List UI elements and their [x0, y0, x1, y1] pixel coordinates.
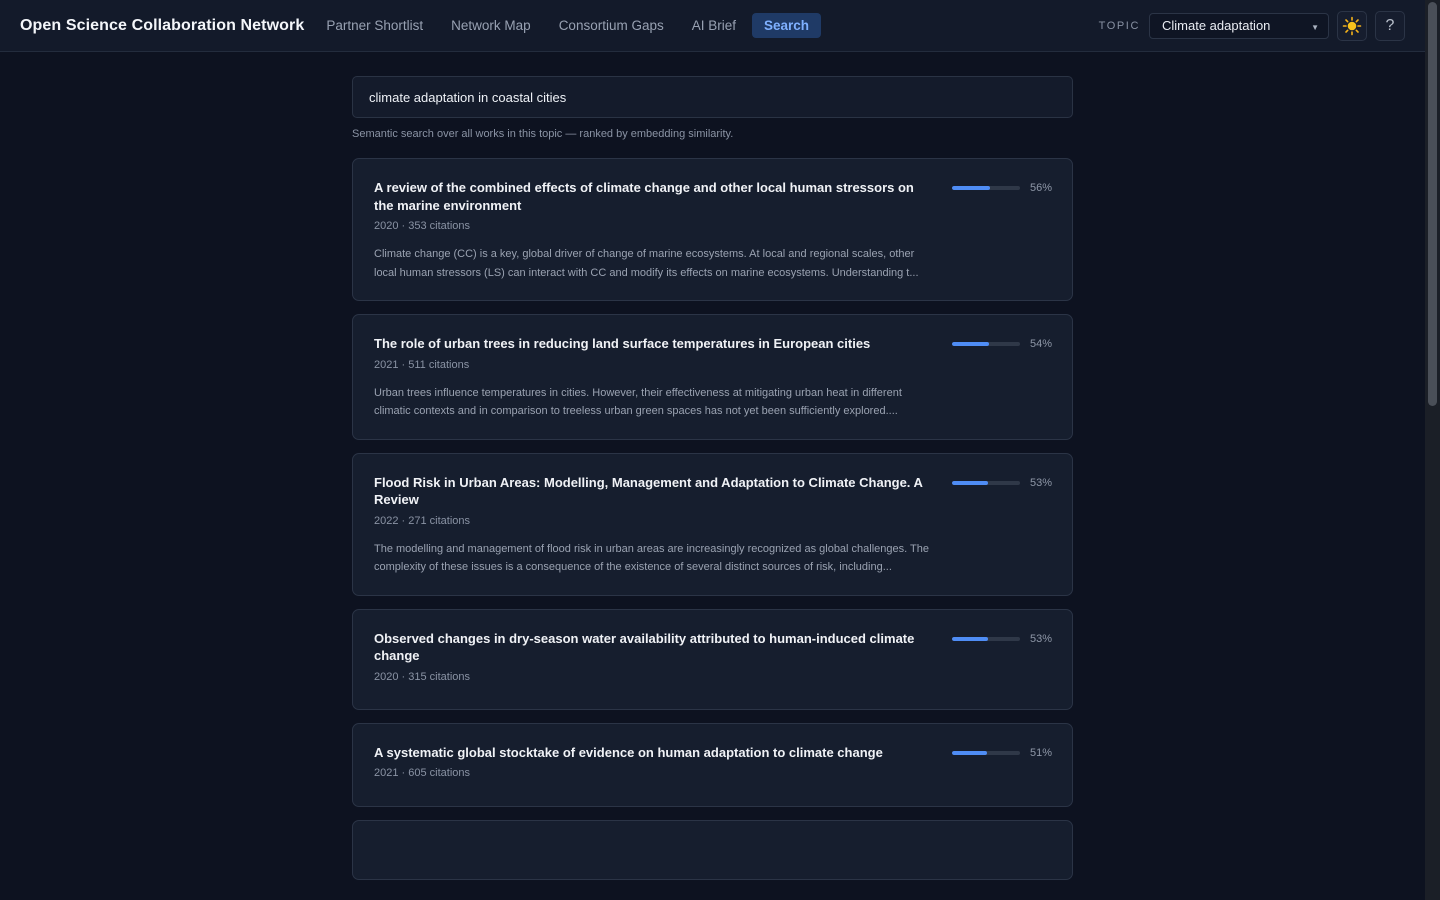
- similarity-percent: 53%: [1029, 632, 1052, 645]
- result-abstract: Climate change (CC) is a key, global dri…: [374, 248, 919, 279]
- result-meta: 2022 · 271 citations: [374, 514, 471, 527]
- page-scrollbar[interactable]: [1425, 0, 1440, 900]
- similarity-bar: [952, 750, 1020, 755]
- result-card[interactable]: The role of urban trees in reducing land…: [352, 314, 1073, 440]
- search-hint: Semantic search over all works in this t…: [352, 128, 734, 140]
- nav-ai-brief[interactable]: AI Brief: [680, 13, 748, 38]
- similarity-bar-fill: [952, 186, 991, 190]
- similarity-percent: 54%: [1029, 338, 1052, 350]
- result-title[interactable]: Observed changes in dry-season water ava…: [374, 630, 936, 665]
- search-box[interactable]: [352, 76, 1073, 118]
- help-button[interactable]: ?: [1375, 10, 1405, 41]
- header-tools: TOPIC Climate adaptation ▼ ?: [1098, 10, 1405, 41]
- search-input[interactable]: [369, 89, 1056, 105]
- result-meta: 2021 · 511 citations: [374, 358, 470, 371]
- scrollbar-thumb[interactable]: [1428, 2, 1437, 406]
- result-abstract: The modelling and management of flood ri…: [374, 542, 930, 574]
- result-meta: 2021 · 605 citations: [374, 767, 471, 779]
- similarity-score: 53%: [952, 633, 1052, 645]
- topic-label: TOPIC: [1098, 19, 1140, 32]
- result-meta: 2020 · 315 citations: [374, 670, 471, 683]
- result-abstract: Urban trees influence temperatures in ci…: [374, 386, 902, 418]
- similarity-percent: 53%: [1029, 476, 1052, 489]
- similarity-score: 51%: [952, 747, 1052, 759]
- main-nav: Partner Shortlist Network Map Consortium…: [314, 13, 825, 38]
- chevron-down-icon: ▼: [1311, 22, 1319, 32]
- similarity-score: 53%: [952, 477, 1052, 489]
- similarity-score: 56%: [952, 182, 1052, 194]
- result-card[interactable]: Flood Risk in Urban Areas: Modelling, Ma…: [352, 452, 1073, 596]
- result-card[interactable]: A systematic global stocktake of evidenc…: [352, 722, 1073, 807]
- result-card[interactable]: Observed changes in dry-season water ava…: [352, 608, 1073, 710]
- similarity-percent: 56%: [1029, 182, 1052, 194]
- result-card[interactable]: [352, 820, 1073, 880]
- result-meta: 2020 · 353 citations: [374, 220, 471, 232]
- theme-toggle-button[interactable]: [1337, 10, 1367, 41]
- topic-select-value: Climate adaptation: [1162, 18, 1271, 33]
- similarity-bar: [952, 480, 1020, 485]
- similarity-bar-fill: [952, 750, 987, 755]
- result-title[interactable]: Flood Risk in Urban Areas: Modelling, Ma…: [374, 474, 936, 509]
- similarity-percent: 51%: [1029, 746, 1052, 759]
- similarity-bar: [952, 342, 1020, 346]
- brand-title: Open Science Collaboration Network: [20, 16, 305, 34]
- result-title[interactable]: A systematic global stocktake of evidenc…: [374, 744, 936, 762]
- search-page: Semantic search over all works in this t…: [352, 76, 1073, 893]
- sun-icon: [1342, 16, 1362, 35]
- similarity-score: 54%: [952, 338, 1052, 350]
- similarity-bar: [952, 186, 1020, 190]
- result-title[interactable]: A review of the combined effects of clim…: [374, 179, 936, 214]
- top-bar: Open Science Collaboration Network Partn…: [0, 0, 1425, 52]
- nav-consortium-gaps[interactable]: Consortium Gaps: [547, 13, 676, 38]
- similarity-bar-fill: [952, 342, 989, 346]
- similarity-bar-fill: [952, 636, 989, 641]
- result-title[interactable]: The role of urban trees in reducing land…: [374, 335, 936, 353]
- nav-search[interactable]: Search: [752, 13, 822, 38]
- result-card[interactable]: A review of the combined effects of clim…: [352, 158, 1073, 301]
- similarity-bar: [952, 636, 1020, 641]
- topic-select[interactable]: Climate adaptation ▼: [1149, 12, 1329, 39]
- similarity-bar-fill: [952, 480, 989, 485]
- nav-partner-shortlist[interactable]: Partner Shortlist: [314, 13, 435, 38]
- nav-network-map[interactable]: Network Map: [439, 13, 543, 38]
- results-list: A review of the combined effects of clim…: [352, 158, 1073, 880]
